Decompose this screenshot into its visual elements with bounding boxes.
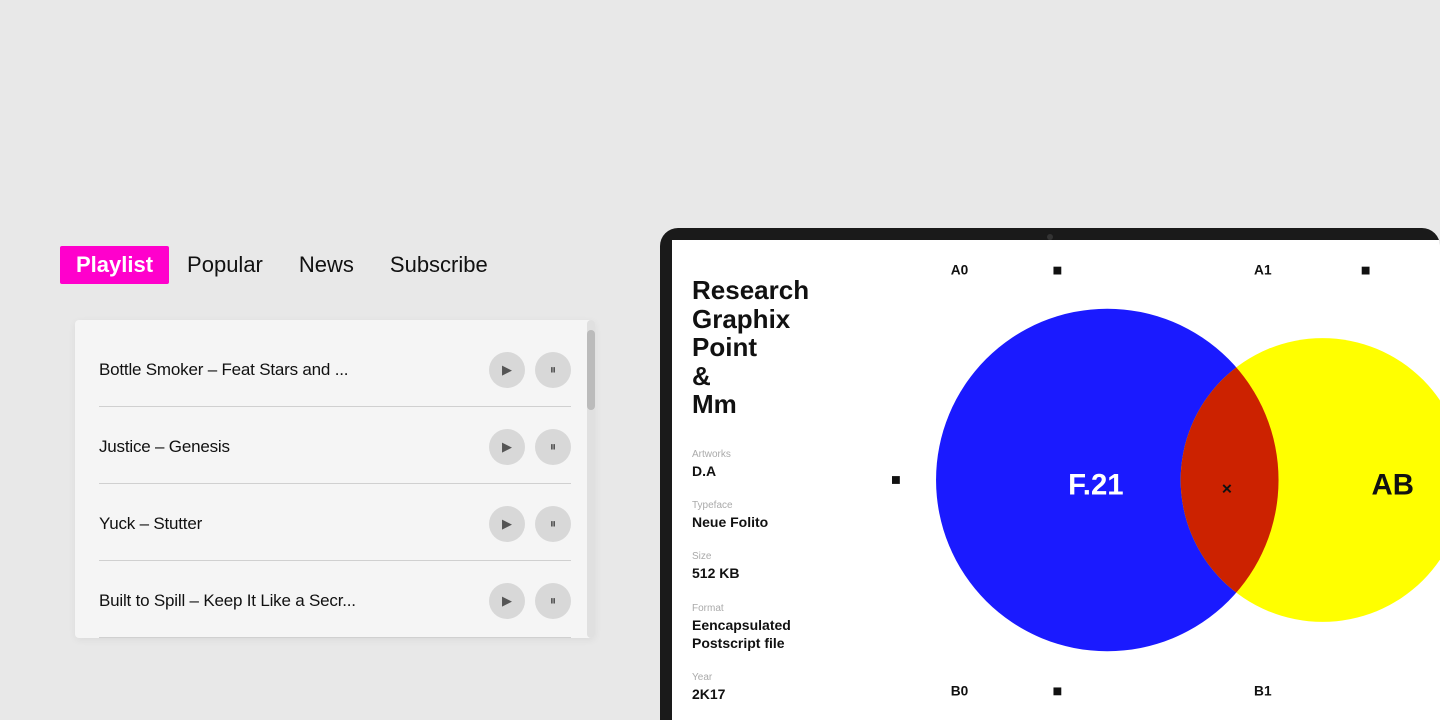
x-label: ×	[1222, 479, 1232, 499]
pause-button-4[interactable]: ⏸	[535, 583, 571, 619]
left-panel: Playlist Popular News Subscribe Bottle S…	[0, 0, 660, 720]
track-title-4: Built to Spill – Keep It Like a Secr...	[99, 591, 489, 611]
pause-button-3[interactable]: ⏸	[535, 506, 571, 542]
play-button-4[interactable]: ▶	[489, 583, 525, 619]
list-item: Justice – Genesis ▶ ⏸	[75, 407, 595, 465]
artworks-row: Artworks D.A	[692, 449, 872, 480]
grid-area: A0 A1 F.21	[892, 240, 1440, 720]
typeface-row: Typeface Neue Folito	[692, 500, 872, 531]
info-panel: ResearchGraphixPoint&Mm Artworks D.A Typ…	[672, 240, 892, 720]
square-bottom-mid	[1053, 687, 1061, 695]
device-screen: ResearchGraphixPoint&Mm Artworks D.A Typ…	[672, 240, 1440, 720]
product-title: ResearchGraphixPoint&Mm	[692, 276, 872, 419]
typeface-value: Neue Folito	[692, 513, 872, 531]
format-value: EencapsulatedPostscript file	[692, 616, 872, 652]
artworks-label: Artworks	[692, 449, 872, 460]
center-label: F.21	[1068, 469, 1123, 502]
tab-subscribe[interactable]: Subscribe	[372, 246, 506, 284]
track-controls-1: ▶ ⏸	[489, 352, 571, 388]
track-controls-4: ▶ ⏸	[489, 583, 571, 619]
track-controls-2: ▶ ⏸	[489, 429, 571, 465]
track-title-2: Justice – Genesis	[99, 437, 489, 457]
size-row: Size 512 KB	[692, 551, 872, 582]
play-button-2[interactable]: ▶	[489, 429, 525, 465]
nav-tabs: Playlist Popular News Subscribe	[60, 246, 506, 284]
year-value: 2K17	[692, 685, 872, 703]
typeface-label: Typeface	[692, 500, 872, 511]
year-row: Year 2K17	[692, 672, 872, 703]
ab-label: AB	[1372, 469, 1414, 502]
track-divider-4	[99, 637, 571, 638]
pause-button-1[interactable]: ⏸	[535, 352, 571, 388]
play-button-3[interactable]: ▶	[489, 506, 525, 542]
tab-popular[interactable]: Popular	[169, 246, 281, 284]
play-button-1[interactable]: ▶	[489, 352, 525, 388]
right-panel: ResearchGraphixPoint&Mm Artworks D.A Typ…	[660, 0, 1440, 720]
b0-label: B0	[951, 683, 969, 698]
size-label: Size	[692, 551, 872, 562]
pause-button-2[interactable]: ⏸	[535, 429, 571, 465]
venn-diagram: A0 A1 F.21	[892, 240, 1440, 720]
year-label: Year	[692, 672, 872, 683]
scrollbar[interactable]	[587, 320, 595, 638]
format-label: Format	[692, 603, 872, 614]
square-mid-left	[892, 476, 900, 484]
list-item: Built to Spill – Keep It Like a Secr... …	[75, 561, 595, 619]
track-controls-3: ▶ ⏸	[489, 506, 571, 542]
tab-news[interactable]: News	[281, 246, 372, 284]
a1-label: A1	[1254, 263, 1272, 278]
square-top-right	[1362, 267, 1370, 275]
device-frame: ResearchGraphixPoint&Mm Artworks D.A Typ…	[660, 228, 1440, 720]
playlist-card: Bottle Smoker – Feat Stars and ... ▶ ⏸ J…	[75, 320, 595, 638]
list-item: Bottle Smoker – Feat Stars and ... ▶ ⏸	[75, 330, 595, 388]
size-value: 512 KB	[692, 564, 872, 582]
a0-label: A0	[951, 263, 969, 278]
tab-playlist[interactable]: Playlist	[60, 246, 169, 284]
format-row: Format EencapsulatedPostscript file	[692, 603, 872, 652]
scrollbar-thumb[interactable]	[587, 330, 595, 410]
track-title-1: Bottle Smoker – Feat Stars and ...	[99, 360, 489, 380]
list-item: Yuck – Stutter ▶ ⏸	[75, 484, 595, 542]
artworks-value: D.A	[692, 462, 872, 480]
b1-label: B1	[1254, 683, 1272, 698]
track-title-3: Yuck – Stutter	[99, 514, 489, 534]
square-top-mid	[1053, 267, 1061, 275]
